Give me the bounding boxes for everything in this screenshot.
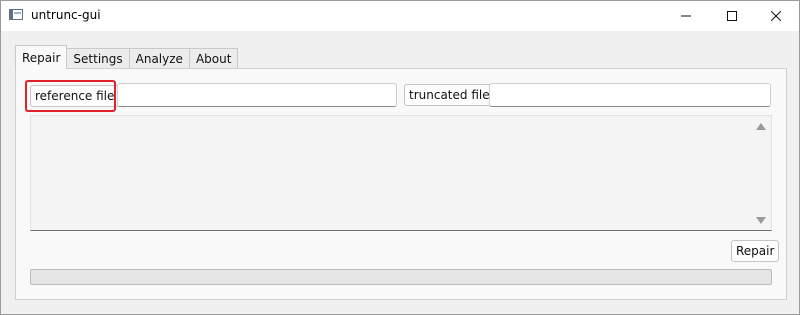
tab-bar: Repair Settings Analyze About [15,45,239,69]
tab-repair[interactable]: Repair [15,45,68,69]
close-button[interactable] [753,1,799,31]
log-output[interactable] [30,115,772,231]
truncated-file-button[interactable]: truncated file [404,84,495,106]
reference-file-highlight [25,80,116,112]
repair-button[interactable]: Repair [731,240,780,262]
reference-file-input[interactable] [117,83,397,107]
maximize-icon [727,11,737,21]
title-bar[interactable]: untrunc-gui [1,1,799,31]
app-window-icon [9,9,23,20]
tab-analyze[interactable]: Analyze [128,48,190,69]
app-window: untrunc-gui Repair Settings Analyze Abou… [0,0,800,315]
repair-progress-bar [30,269,772,285]
close-icon [771,11,781,21]
scroll-up-arrow-icon[interactable] [756,123,766,130]
minimize-icon [681,15,691,17]
maximize-button[interactable] [709,1,755,31]
truncated-file-input[interactable] [489,83,771,107]
scroll-down-arrow-icon[interactable] [756,217,766,224]
tab-about[interactable]: About [188,48,239,69]
window-title: untrunc-gui [31,8,101,22]
minimize-button[interactable] [663,1,709,31]
tab-settings[interactable]: Settings [66,48,130,69]
